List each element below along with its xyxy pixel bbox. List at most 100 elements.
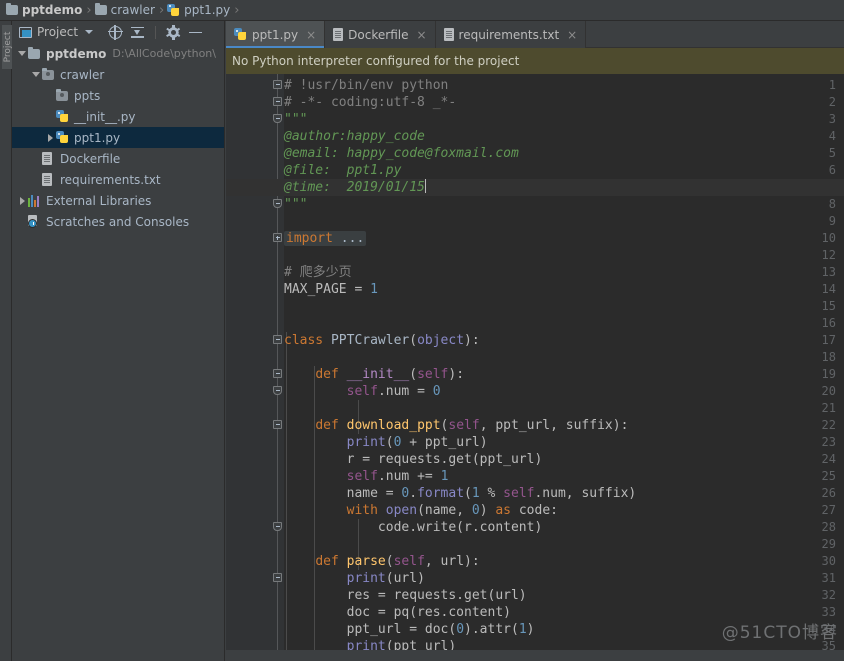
target-icon[interactable] — [108, 24, 124, 40]
code-editor[interactable]: 1234567891012131415161718192021222324252… — [226, 74, 844, 661]
tree-item-ppts[interactable]: ppts — [12, 85, 224, 106]
chevron-down-icon[interactable] — [30, 72, 42, 77]
breadcrumb-item-ppt1[interactable]: ppt1.py — [165, 0, 233, 21]
code-line: res = requests.get(url) — [284, 588, 527, 603]
code-line: doc = pq(res.content) — [284, 605, 511, 620]
folder-icon — [6, 3, 18, 15]
tree-item-icon — [42, 67, 57, 80]
code-line: import ... — [284, 231, 367, 246]
interpreter-warning-bar[interactable]: No Python interpreter configured for the… — [226, 48, 844, 74]
pycharm-window: pptdemo › crawler › ppt1.py › Project Pr… — [0, 0, 844, 661]
line-number-gutter — [226, 74, 272, 661]
breadcrumb-label: crawler — [110, 3, 155, 17]
fold-collapse-icon[interactable] — [273, 114, 282, 123]
tree-item-pptdemo[interactable]: pptdemo D:\AllCode\python\ — [12, 43, 224, 64]
close-icon[interactable]: × — [416, 28, 426, 42]
breadcrumb-separator: › — [158, 2, 165, 18]
editor-tab-requirements-txt[interactable]: requirements.txt × — [436, 21, 587, 48]
code-line: name = 0.format(1 % self.num, suffix) — [284, 486, 637, 501]
tree-item-icon — [28, 215, 43, 228]
code-line: """ — [284, 112, 308, 127]
tree-item-icon — [42, 173, 57, 186]
tree-item-icon — [56, 131, 71, 144]
tree-item-icon — [28, 46, 43, 59]
editor-bottom-strip — [226, 650, 844, 661]
code-line: code.write(r.content) — [284, 520, 543, 535]
project-panel-title: Project — [37, 25, 79, 39]
text-file-icon — [333, 28, 344, 41]
source-folder-icon — [42, 67, 54, 80]
fold-collapse-icon[interactable] — [273, 522, 282, 531]
divider — [155, 25, 157, 39]
left-tool-window-bar: Project — [0, 21, 14, 661]
tree-item-label: crawler — [60, 67, 105, 82]
tree-item-label: Scratches and Consoles — [46, 214, 190, 229]
tree-item-external-libraries[interactable]: External Libraries — [12, 190, 224, 211]
code-line: r = requests.get(ppt_url) — [284, 452, 543, 467]
editor-tab-ppt1-py[interactable]: ppt1.py × — [226, 21, 326, 48]
code-line: # 爬多少页 — [284, 265, 352, 280]
code-line: """ — [284, 197, 308, 212]
code-line: @author:happy_code — [284, 129, 425, 144]
project-tool-window: Project pptdemo D:\AllCode\python\ crawler… — [12, 21, 225, 661]
tree-item-requirements-txt[interactable]: requirements.txt — [12, 169, 224, 190]
breadcrumb-separator: › — [86, 2, 92, 18]
tree-item-label: ppts — [74, 88, 101, 103]
chevron-right-icon[interactable] — [44, 133, 56, 142]
fold-collapse-icon[interactable] — [273, 386, 282, 395]
close-icon[interactable]: × — [567, 28, 577, 42]
fold-collapse-icon[interactable] — [273, 199, 282, 208]
text-caret — [424, 179, 426, 193]
close-icon[interactable]: × — [306, 28, 316, 42]
collapse-all-icon[interactable] — [131, 26, 145, 39]
breadcrumb-label: pptdemo — [22, 3, 83, 17]
tree-item-icon — [28, 194, 43, 207]
gear-icon[interactable] — [166, 24, 181, 40]
tree-item-ppt1-py[interactable]: ppt1.py — [12, 127, 224, 148]
tree-item-scratches-and-consoles[interactable]: Scratches and Consoles — [12, 211, 224, 232]
code-line: print(url) — [346, 571, 425, 586]
breadcrumb-item-crawler[interactable]: crawler — [93, 0, 158, 21]
minimize-icon[interactable] — [189, 26, 203, 39]
project-panel-title-button[interactable]: Project — [16, 24, 96, 40]
project-view-icon — [19, 26, 32, 38]
tree-item-label: External Libraries — [46, 193, 152, 208]
code-line: class PPTCrawler(object): — [284, 333, 480, 348]
tree-item-crawler[interactable]: crawler — [12, 64, 224, 85]
chevron-right-icon[interactable] — [16, 196, 28, 205]
code-line: ppt_url = doc(0).attr(1) — [284, 622, 535, 637]
code-line: self.num += 1 — [346, 469, 449, 484]
fold-collapse-icon[interactable] — [273, 369, 282, 378]
fold-collapse-icon[interactable] — [273, 80, 282, 89]
tree-item-path: D:\AllCode\python\ — [112, 47, 216, 60]
tree-item-label: requirements.txt — [60, 172, 161, 187]
fold-collapse-icon[interactable] — [273, 573, 282, 582]
breadcrumb: pptdemo › crawler › ppt1.py › — [0, 0, 844, 21]
text-file-icon — [42, 152, 52, 165]
chevron-down-icon[interactable] — [85, 30, 94, 34]
chevron-down-icon[interactable] — [16, 51, 28, 56]
fold-collapse-icon[interactable] — [273, 420, 282, 429]
breadcrumb-item-pptdemo[interactable]: pptdemo — [4, 0, 85, 21]
fold-collapse-icon[interactable] — [273, 335, 282, 344]
python-file-icon — [56, 110, 69, 123]
interpreter-warning-text: No Python interpreter configured for the… — [232, 54, 520, 68]
fold-collapse-icon[interactable] — [273, 97, 282, 106]
tree-item-init-py[interactable]: __init__.py — [12, 106, 224, 127]
editor-tab-label: Dockerfile — [348, 27, 409, 42]
editor-tab-dockerfile[interactable]: Dockerfile × — [325, 21, 436, 48]
project-tree: pptdemo D:\AllCode\python\ crawler ppts __in… — [12, 43, 224, 232]
fold-expand-icon[interactable] — [273, 233, 282, 242]
tree-item-dockerfile[interactable]: Dockerfile — [12, 148, 224, 169]
code-line: @file: ppt1.py — [284, 163, 402, 178]
text-file-icon — [42, 173, 52, 186]
code-line: @email: happy_code@foxmail.com — [284, 146, 519, 161]
code-line: # -*- coding:utf-8 _*- — [284, 95, 457, 110]
code-line: with open(name, 0) as code: — [346, 503, 558, 518]
watermark: @51CTO博客 — [721, 623, 838, 643]
tree-item-icon — [42, 152, 57, 165]
tree-item-label: Dockerfile — [60, 151, 121, 166]
code-line: print(0 + ppt_url) — [346, 435, 488, 450]
python-file-icon — [167, 3, 180, 17]
breadcrumb-separator: › — [234, 2, 240, 18]
